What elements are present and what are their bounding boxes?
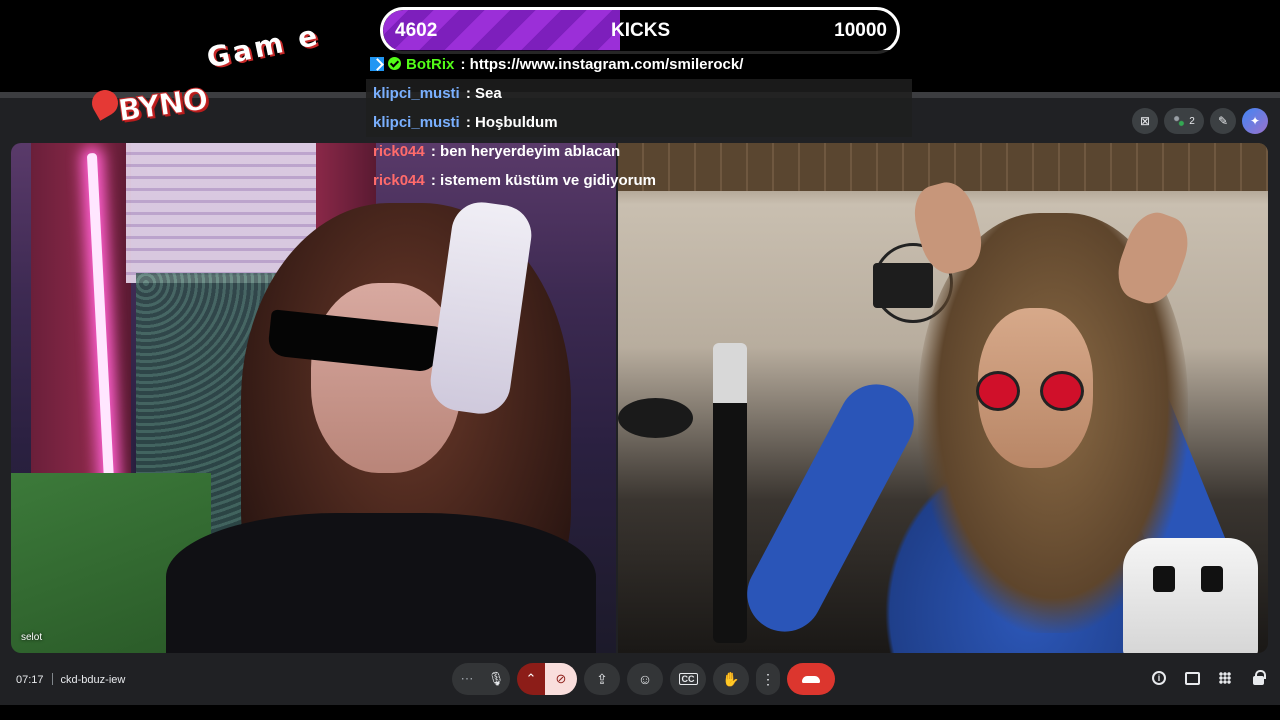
leave-call-button[interactable]	[787, 663, 835, 695]
emoji-icon: ☺	[637, 671, 653, 687]
chat-overlay: BotRix : https://www.instagram.com/smile…	[366, 50, 912, 195]
camera-toggle-button[interactable]: ⊘	[545, 663, 577, 695]
person-arm-left	[734, 371, 927, 645]
mic-control: ⋯ 🎙	[452, 663, 510, 695]
raise-hand-button[interactable]: ✋	[713, 663, 749, 695]
meeting-details-button[interactable]: i	[1151, 670, 1167, 686]
chat-text: : Sea	[465, 85, 502, 102]
robot-figure	[1123, 538, 1258, 653]
video-tile-right[interactable]	[618, 143, 1268, 653]
chat-username: klipci_musti	[373, 85, 460, 102]
person-body	[166, 513, 596, 653]
captions-button[interactable]: CC	[670, 663, 706, 695]
byno-game-logo: BYNO Gam e	[87, 18, 328, 130]
mic-button[interactable]: 🎙	[482, 663, 510, 695]
apps-grid-icon	[1219, 672, 1231, 684]
meet-side-actions: i	[1151, 670, 1266, 686]
robot-eye	[1201, 566, 1223, 592]
magic-wand-icon[interactable]: ✎	[1210, 108, 1236, 134]
chat-message: klipci_musti : Hoşbuldum	[366, 108, 912, 137]
red-glasses-lens	[976, 371, 1020, 411]
video-tile-left[interactable]: selot	[11, 143, 616, 653]
more-options-button[interactable]: ⋮	[756, 663, 780, 695]
lock-icon	[1252, 670, 1266, 685]
call-controls: ⋯ 🎙 ⌃ ⊘ ⇪ ☺ CC ✋ ⋮	[452, 663, 835, 695]
chat-text: : Hoşbuldum	[465, 114, 558, 131]
chat-text: : https://www.instagram.com/smilerock/	[460, 56, 744, 73]
bot-badge-icon	[370, 57, 384, 71]
goal-current: 4602	[395, 20, 438, 41]
camera-off-indicator-icon[interactable]: ⊠	[1132, 108, 1158, 134]
logo-text-byno: BYNO	[116, 81, 211, 130]
bass-guitar	[713, 343, 747, 643]
host-controls-button[interactable]	[1250, 670, 1266, 686]
meet-top-icons: ⊠ 2 ✎ ✦	[1132, 108, 1268, 134]
participants-icon	[1173, 115, 1186, 127]
red-glasses-lens	[1040, 371, 1084, 411]
meet-bottom-bar: 07:17 ckd-bduz-iew ⋯ 🎙 ⌃ ⊘ ⇪ ☺ CC ✋ ⋮ i	[0, 660, 1280, 700]
chat-text: : istemem küstüm ve gidiyorum	[430, 172, 656, 189]
chat-username: BotRix	[406, 56, 455, 73]
present-icon: ⇪	[596, 670, 608, 687]
chat-message: BotRix : https://www.instagram.com/smile…	[366, 50, 912, 79]
present-screen-button[interactable]: ⇪	[584, 663, 620, 695]
participants-count: 2	[1189, 115, 1195, 127]
chat-icon	[1184, 671, 1200, 685]
chat-username: rick044	[373, 172, 425, 189]
meeting-info: 07:17 ckd-bduz-iew	[16, 673, 125, 686]
meeting-time: 07:17	[16, 674, 44, 686]
hangup-phone-icon	[802, 675, 820, 683]
screen-bottom-strip	[0, 705, 1280, 720]
camera-off-icon: ⊘	[555, 671, 567, 686]
kicks-goal-bar: 4602 KICKS 10000	[380, 7, 900, 54]
participants-pill[interactable]: 2	[1164, 108, 1204, 134]
activities-button[interactable]	[1217, 670, 1233, 686]
chat-username: klipci_musti	[373, 114, 460, 131]
wall-shelf	[873, 263, 933, 308]
chat-message: klipci_musti : Sea	[366, 79, 912, 108]
hand-icon: ✋	[722, 670, 740, 687]
chat-message: rick044 : ben heryerdeyim ablacan	[366, 137, 912, 166]
robot-eye	[1153, 566, 1175, 592]
info-icon: i	[1152, 671, 1166, 685]
chat-message: rick044 : istemem küstüm ve gidiyorum	[366, 166, 912, 195]
gemini-sparkle-icon[interactable]: ✦	[1242, 108, 1268, 134]
mic-icon: 🎙	[487, 671, 505, 686]
goal-label: KICKS	[611, 20, 671, 41]
divider	[51, 673, 53, 685]
more-vert-icon: ⋮	[761, 670, 775, 687]
captions-icon: CC	[678, 673, 698, 685]
chat-button[interactable]	[1184, 670, 1200, 686]
verified-badge-icon	[388, 57, 401, 70]
camera-control: ⌃ ⊘	[517, 663, 577, 695]
video-options-button[interactable]: ⌃	[517, 663, 545, 695]
reactions-button[interactable]: ☺	[627, 663, 663, 695]
participant-name: selot	[21, 632, 43, 643]
chat-username: rick044	[373, 143, 425, 160]
drum-cymbal	[618, 398, 693, 438]
chat-text: : ben heryerdeyim ablacan	[430, 143, 621, 160]
audio-options-button[interactable]: ⋯	[452, 663, 482, 695]
meeting-code: ckd-bduz-iew	[60, 674, 126, 686]
goal-target: 10000	[834, 20, 887, 41]
